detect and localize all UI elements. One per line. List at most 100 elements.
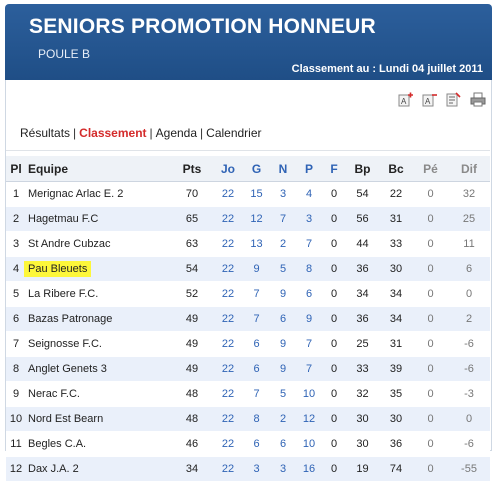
cell-bp: 54 [346, 181, 379, 207]
cell-equipe: Pau Bleuets [24, 256, 171, 282]
cell-p: 3 [296, 206, 322, 232]
cell-pe: 0 [413, 381, 448, 407]
table-row: 8 Anglet Genets 3 49 22 6 9 7 0 33 39 0 -6 [6, 356, 490, 382]
ranking-date: Classement au : Lundi 04 juillet 2011 [291, 63, 483, 75]
cell-jo: 22 [213, 281, 243, 307]
cell-equipe: St Andre Cubzac [26, 231, 171, 257]
cell-p: 7 [296, 356, 322, 382]
col-header-g: G [243, 156, 270, 182]
toolbar-icons: A A [398, 92, 486, 107]
cell-pe: 0 [413, 206, 448, 232]
cell-pe: 0 [413, 331, 448, 357]
cell-pe: 0 [413, 456, 448, 482]
cell-n: 9 [270, 356, 296, 382]
cell-equipe: Hagetmau F.C [26, 206, 171, 232]
cell-pts: 49 [171, 331, 213, 357]
cell-pl: 8 [6, 356, 26, 382]
cell-f: 0 [322, 281, 346, 307]
cell-f: 0 [322, 206, 346, 232]
cell-n: 2 [270, 231, 296, 257]
text-size-increase-icon[interactable]: A [398, 92, 413, 107]
svg-text:A: A [401, 97, 407, 106]
cell-pts: 48 [171, 406, 213, 432]
cell-f: 0 [322, 331, 346, 357]
cell-g: 8 [243, 406, 270, 432]
cell-pl: 3 [6, 231, 26, 257]
cell-equipe: Anglet Genets 3 [26, 356, 171, 382]
cell-bp: 19 [346, 456, 379, 482]
table-header-row: Pl Equipe Pts Jo G N P F Bp Bc Pé Dif [6, 156, 490, 182]
cell-jo: 22 [213, 306, 243, 332]
table-row: 6 Bazas Patronage 49 22 7 6 9 0 36 34 0 2 [6, 306, 490, 332]
cell-bp: 33 [346, 356, 379, 382]
print-icon[interactable] [470, 92, 486, 107]
cell-pts: 49 [171, 356, 213, 382]
cell-f: 0 [322, 406, 346, 432]
nav-classement[interactable]: Classement [79, 126, 146, 140]
cell-equipe: Dax J.A. 2 [26, 456, 171, 482]
cell-bp: 25 [346, 331, 379, 357]
cell-equipe: Seignosse F.C. [26, 331, 171, 357]
cell-bc: 74 [379, 456, 413, 482]
col-header-dif: Dif [448, 156, 490, 182]
document-icon[interactable] [446, 92, 461, 107]
page-subtitle: POULE B [38, 47, 91, 61]
cell-bc: 34 [379, 306, 413, 332]
cell-bc: 22 [379, 181, 413, 207]
cell-pl: 1 [6, 181, 26, 207]
cell-jo: 22 [213, 456, 243, 482]
cell-bp: 32 [346, 381, 379, 407]
col-header-equipe: Equipe [26, 156, 171, 182]
col-header-pl: Pl [6, 156, 26, 182]
col-header-jo: Jo [213, 156, 243, 182]
col-header-bc: Bc [379, 156, 413, 182]
cell-g: 13 [243, 231, 270, 257]
cell-dif: 0 [448, 406, 490, 432]
cell-pe: 0 [413, 231, 448, 257]
cell-g: 12 [243, 206, 270, 232]
cell-p: 7 [296, 331, 322, 357]
nav-separator: | [73, 126, 77, 140]
cell-bp: 30 [346, 406, 379, 432]
cell-g: 7 [243, 281, 270, 307]
cell-bp: 36 [346, 306, 379, 332]
cell-g: 7 [243, 306, 270, 332]
nav-resultats[interactable]: Résultats [20, 126, 70, 140]
cell-pl: 12 [6, 456, 26, 482]
table-row: 9 Nerac F.C. 48 22 7 5 10 0 32 35 0 -3 [6, 381, 490, 407]
col-header-pe: Pé [413, 156, 448, 182]
cell-equipe: Bazas Patronage [26, 306, 171, 332]
cell-dif: 11 [448, 231, 490, 257]
cell-p: 10 [296, 381, 322, 407]
cell-pe: 0 [413, 256, 448, 282]
cell-jo: 22 [213, 256, 243, 282]
table-row: 7 Seignosse F.C. 49 22 6 9 7 0 25 31 0 -6 [6, 331, 490, 357]
cell-n: 3 [270, 456, 296, 482]
svg-text:A: A [425, 97, 431, 106]
cell-bc: 33 [379, 231, 413, 257]
cell-bc: 30 [379, 256, 413, 282]
cell-pts: 63 [171, 231, 213, 257]
cell-n: 2 [270, 406, 296, 432]
col-header-n: N [270, 156, 296, 182]
cell-dif: -3 [448, 381, 490, 407]
text-size-decrease-icon[interactable]: A [422, 92, 437, 107]
cell-pl: 6 [6, 306, 26, 332]
table-row: 1 Merignac Arlac E. 2 70 22 15 3 4 0 54 22 0 32 [6, 181, 490, 207]
cell-g: 6 [243, 331, 270, 357]
cell-f: 0 [322, 181, 346, 207]
standings-table: Pl Equipe Pts Jo G N P F Bp Bc Pé Dif 1M… [6, 156, 490, 482]
nav-agenda[interactable]: Agenda [156, 126, 197, 140]
cell-pl: 10 [6, 406, 26, 432]
cell-bc: 31 [379, 206, 413, 232]
cell-g: 15 [243, 181, 270, 207]
cell-p: 8 [296, 256, 322, 282]
standings-body: 1 Merignac Arlac E. 2 70 22 15 3 4 0 54 22 0 32 2 Hag… [6, 181, 490, 482]
cell-n: 9 [270, 281, 296, 307]
nav-calendrier[interactable]: Calendrier [206, 126, 261, 140]
cell-pe: 0 [413, 356, 448, 382]
cell-equipe: Nord Est Bearn [26, 406, 171, 432]
divider [6, 150, 490, 151]
cell-n: 7 [270, 206, 296, 232]
cell-bc: 30 [379, 406, 413, 432]
